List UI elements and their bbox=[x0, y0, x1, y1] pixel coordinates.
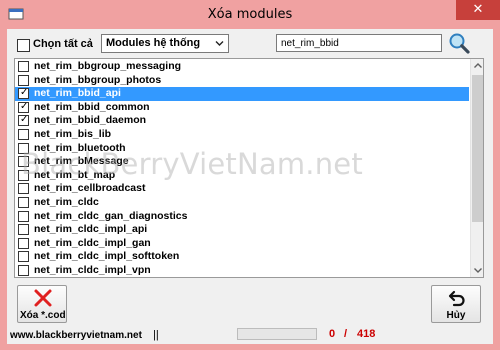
checkmark-icon: ✓ bbox=[20, 87, 29, 99]
select-all-checkbox[interactable] bbox=[17, 39, 30, 52]
checkmark-icon: ✓ bbox=[20, 114, 29, 126]
list-item[interactable]: net_rim_bbgroup_photos bbox=[15, 74, 469, 88]
magnifier-icon[interactable] bbox=[447, 31, 471, 55]
list-item-label: net_rim_cldc bbox=[34, 196, 99, 208]
scroll-thumb[interactable] bbox=[472, 75, 483, 222]
list-item-checkbox[interactable]: ✓ bbox=[18, 100, 29, 113]
close-button[interactable]: ✕ bbox=[456, 0, 500, 20]
list-item-checkbox[interactable] bbox=[18, 265, 29, 276]
list-item-label: net_rim_bt_map bbox=[34, 168, 116, 181]
list-item-checkbox[interactable] bbox=[18, 156, 29, 168]
list-item-label: net_rim_cldc_gan_diagnostics bbox=[34, 209, 188, 222]
website-label: www.blackberryvietnam.net bbox=[10, 330, 142, 341]
list-item[interactable]: net_rim_cldc_impl_softtoken bbox=[15, 250, 469, 264]
red-x-icon bbox=[34, 289, 52, 307]
search-input[interactable] bbox=[276, 34, 442, 52]
status-separator: || bbox=[153, 329, 159, 341]
list-item-label: net_rim_cellbroadcast bbox=[34, 182, 146, 195]
list-item-checkbox[interactable] bbox=[18, 183, 29, 195]
list-scrollbar[interactable] bbox=[470, 59, 484, 277]
list-item[interactable]: net_rim_cldc_gan_diagnostics bbox=[15, 210, 469, 224]
module-type-dropdown[interactable]: Modules hệ thống bbox=[101, 34, 229, 53]
list-item-label: net_rim_cldc_impl_vpn bbox=[34, 264, 151, 276]
list-item-checkbox[interactable] bbox=[18, 169, 29, 181]
list-item-checkbox[interactable]: ✓ bbox=[18, 114, 29, 127]
list-item-label: net_rim_bbid_api bbox=[34, 87, 121, 100]
list-item-label: net_rim_cldc_impl_api bbox=[34, 223, 148, 236]
delete-modules-window: Xóa modules ✕ Chọn tất cả Modules hệ thố… bbox=[0, 0, 500, 350]
list-item-label: net_rim_bbgroup_photos bbox=[34, 73, 162, 86]
list-item-label: net_rim_bbgroup_messaging bbox=[34, 60, 182, 72]
count-separator: / bbox=[344, 328, 348, 340]
list-item[interactable]: net_rim_cellbroadcast bbox=[15, 182, 469, 196]
module-list[interactable]: net_rim_cldc_impl_vpn net_rim_cldc_impl_s… bbox=[14, 58, 484, 278]
list-item[interactable]: ✓ net_rim_bbid_daemon bbox=[15, 114, 469, 128]
list-item-checkbox[interactable] bbox=[18, 61, 29, 72]
list-item-checkbox[interactable] bbox=[18, 224, 29, 236]
processed-count: 0 bbox=[329, 328, 336, 340]
list-item-checkbox[interactable] bbox=[18, 251, 29, 263]
list-item[interactable]: ✓ net_rim_bbid_common bbox=[15, 101, 469, 115]
total-count: 418 bbox=[357, 328, 376, 340]
list-item-checkbox[interactable]: ✓ bbox=[18, 87, 29, 100]
list-item-checkbox[interactable] bbox=[18, 129, 29, 140]
list-item-checkbox[interactable] bbox=[18, 210, 29, 222]
list-item-checkbox[interactable] bbox=[18, 74, 29, 86]
list-item-label: net_rim_bluetooth bbox=[34, 141, 126, 154]
list-item[interactable]: net_rim_bis_lib bbox=[15, 128, 469, 142]
cancel-button[interactable]: Hủy bbox=[431, 285, 481, 323]
list-item-checkbox[interactable] bbox=[18, 237, 29, 249]
client-area: Chọn tất cả Modules hệ thống net_rim_cld… bbox=[7, 29, 493, 344]
list-item[interactable]: net_rim_bMessage bbox=[15, 155, 469, 169]
list-item-label: net_rim_bMessage bbox=[34, 155, 129, 168]
cancel-label: Hủy bbox=[446, 310, 466, 321]
list-item[interactable]: net_rim_bbgroup_messaging bbox=[15, 60, 469, 74]
list-item[interactable]: net_rim_cldc bbox=[15, 196, 469, 210]
progress-bar bbox=[237, 328, 317, 340]
list-item[interactable]: net_rim_cldc_impl_api bbox=[15, 223, 469, 237]
undo-arrow-icon bbox=[448, 290, 465, 307]
chevron-down-icon bbox=[215, 41, 224, 46]
delete-cod-label: Xóa *.cod bbox=[20, 310, 66, 321]
list-item-label: net_rim_cldc_impl_gan bbox=[34, 236, 151, 249]
list-item[interactable]: net_rim_bluetooth bbox=[15, 142, 469, 156]
list-item[interactable]: net_rim_cldc_impl_vpn bbox=[15, 264, 469, 277]
select-all-label[interactable]: Chọn tất cả bbox=[33, 38, 93, 50]
window-title: Xóa modules bbox=[207, 7, 293, 22]
list-item-label: net_rim_bis_lib bbox=[34, 128, 112, 140]
delete-cod-button[interactable]: Xóa *.cod bbox=[17, 285, 67, 323]
list-item-label: net_rim_cldc_impl_softtoken bbox=[34, 250, 180, 263]
list-item-label: net_rim_bbid_daemon bbox=[34, 114, 147, 127]
list-item-label: net_rim_bbid_common bbox=[34, 100, 150, 113]
list-item[interactable]: net_rim_cldc_impl_gan bbox=[15, 237, 469, 251]
list-item-checkbox[interactable] bbox=[18, 142, 29, 154]
list-item[interactable]: net_rim_bt_map bbox=[15, 169, 469, 183]
list-item-checkbox[interactable] bbox=[18, 197, 29, 208]
title-bar[interactable]: Xóa modules ✕ bbox=[0, 0, 500, 29]
list-item[interactable]: ✓ net_rim_bbid_api bbox=[15, 87, 469, 101]
checkmark-icon: ✓ bbox=[20, 100, 29, 112]
scroll-up-arrow-icon[interactable] bbox=[471, 59, 484, 73]
module-type-selected: Modules hệ thống bbox=[106, 37, 201, 49]
scroll-down-arrow-icon[interactable] bbox=[471, 263, 484, 277]
